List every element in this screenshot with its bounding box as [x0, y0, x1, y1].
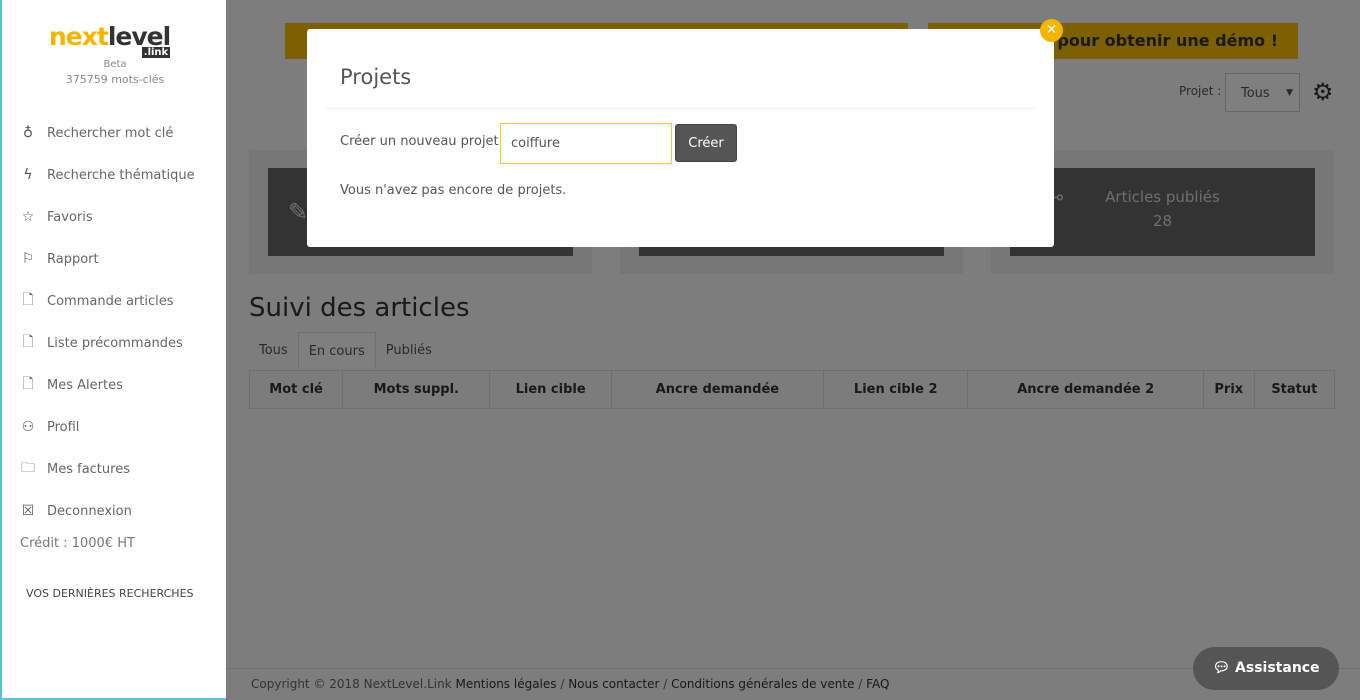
empty-message: Vous n'avez pas encore de projets. — [340, 183, 567, 198]
sidebar-item-label: Favoris — [47, 209, 93, 225]
recent-searches-heading[interactable]: VOS DERNIÈRES RECHERCHES — [26, 587, 194, 600]
user-icon: ⚇ — [21, 419, 35, 435]
create-button[interactable]: Créer — [675, 124, 737, 162]
sidebar-item[interactable]: ⚐ Rapport — [18, 238, 195, 280]
sidebar-item-label: Rapport — [47, 251, 99, 267]
sidebar-item[interactable]: ☆ Favoris — [18, 196, 195, 238]
flag-icon: ⚐ — [21, 251, 35, 267]
star-icon: ☆ — [21, 209, 35, 225]
keyword-count: 375759 mots-clés — [65, 73, 165, 86]
sidebar-item[interactable]: ♁ Rechercher mot clé — [18, 112, 195, 154]
sidebar-item[interactable]: 🗋︎ Mes Alertes — [18, 364, 195, 406]
file-icon: 🗋︎ — [22, 376, 34, 392]
sidebar-item-label: Mes Alertes — [47, 377, 123, 393]
sidebar-item-label: Commande articles — [47, 293, 174, 309]
sidebar-nav: ♁ Rechercher mot clé ϟ Recherche thématique… — [18, 112, 195, 532]
modal-title: Projets — [340, 65, 412, 89]
sidebar-item[interactable]: ϟ Recherche thématique — [18, 154, 195, 196]
folder-icon: 🗀︎ — [21, 460, 35, 476]
beta-label: Beta — [103, 59, 127, 70]
sidebar-item[interactable]: 🗋︎ Commande articles — [18, 280, 195, 322]
sidebar-item-label: Liste précommandes — [47, 335, 183, 351]
award-icon: ♁ — [22, 125, 34, 141]
file-icon: 🗋︎ — [22, 292, 34, 308]
sidebar-item-label: Deconnexion — [47, 503, 132, 519]
sidebar-item-label: Rechercher mot clé — [47, 125, 174, 141]
logo[interactable]: nextlevel .link — [49, 22, 171, 58]
file-icon: 🗋︎ — [22, 334, 34, 350]
sidebar-item-label: Profil — [47, 419, 80, 435]
sidebar-item[interactable]: 🗋︎ Liste précommandes — [18, 322, 195, 364]
new-project-label: Créer un nouveau projet : — [340, 134, 508, 149]
divider — [326, 108, 1035, 109]
credit: Crédit : 1000€ HT — [20, 536, 135, 551]
sidebar-item-label: Mes factures — [47, 461, 130, 477]
close-icon[interactable]: ✕ — [1040, 19, 1063, 42]
sidebar-item-label: Recherche thématique — [47, 167, 195, 183]
assistance-button[interactable]: 💬︎ Assistance — [1193, 647, 1339, 690]
projects-modal: Projets Créer un nouveau projet : Créer … — [307, 29, 1054, 247]
bolt-icon: ϟ — [23, 167, 33, 183]
sidebar: nextlevel .link Beta 375759 mots-clés ♁ Re… — [0, 0, 226, 700]
sidebar-item[interactable]: ☒ Deconnexion — [18, 490, 195, 532]
sidebar-item[interactable]: 🗀︎ Mes factures — [18, 448, 195, 490]
sidebar-item[interactable]: ⚇ Profil — [18, 406, 195, 448]
close-box-icon: ☒ — [21, 503, 35, 519]
new-project-input[interactable] — [500, 123, 672, 164]
chat-icon: 💬︎ — [1212, 660, 1231, 676]
